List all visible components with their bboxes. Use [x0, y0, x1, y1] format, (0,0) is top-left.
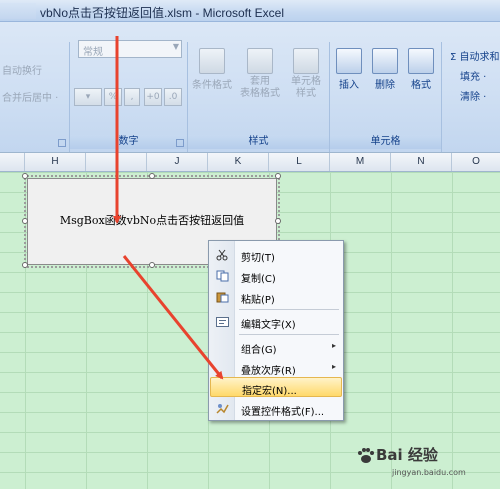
menu-item-group[interactable]: 组合(G) ▸: [210, 337, 342, 357]
autosum-button[interactable]: Σ 自动求和: [450, 48, 500, 63]
column-header-m[interactable]: M: [330, 153, 391, 171]
merge-center-button[interactable]: 合并后居中 ·: [2, 89, 58, 104]
delete-button[interactable]: 删除: [366, 48, 404, 91]
cells-group-label: 单元格: [330, 135, 441, 149]
column-header-k[interactable]: K: [208, 153, 269, 171]
insert-cells-icon: [336, 48, 362, 74]
title-bar: vbNo点击否按钮返回值.xlsm - Microsoft Excel: [0, 0, 500, 22]
resize-handle-right[interactable]: [275, 218, 281, 224]
menu-separator: [239, 309, 339, 310]
watermark-brand: Bai 经验: [376, 446, 438, 464]
format-control-icon: [216, 404, 229, 414]
button-caption: MsgBox函数vbNo点击否按钮返回值: [59, 214, 245, 227]
format-as-table-button[interactable]: 套用 表格格式: [236, 48, 284, 100]
menu-item-assign-macro[interactable]: 指定宏(N)...: [210, 377, 342, 397]
comma-button[interactable]: ,: [124, 88, 140, 106]
insert-label: 插入: [339, 80, 359, 91]
menu-item-format-control[interactable]: 设置控件格式(F)...: [210, 399, 342, 419]
menu-item-copy[interactable]: 复制(C): [210, 266, 342, 286]
increase-decimal-button[interactable]: +0: [144, 88, 162, 106]
number-group-label: 数字: [70, 135, 187, 149]
delete-label: 删除: [375, 80, 395, 91]
watermark-url: jingyan.baidu.com: [392, 468, 466, 477]
number-group: % ▾ , +0 .0 数字: [70, 42, 188, 152]
scissors-icon: [216, 249, 228, 261]
menu-item-label: 设置控件格式(F)...: [241, 407, 325, 418]
resize-handle-top-left[interactable]: [22, 173, 28, 179]
quick-access-toolbar[interactable]: [0, 3, 36, 19]
format-button[interactable]: 格式: [402, 48, 440, 91]
column-header-h[interactable]: H: [25, 153, 86, 171]
menu-item-paste[interactable]: 粘贴(P): [210, 287, 342, 307]
menu-item-edit-text[interactable]: 编辑文字(X): [210, 312, 342, 332]
styles-group-label: 样式: [188, 135, 329, 149]
fill-button[interactable]: 填充 ·: [460, 68, 486, 83]
delete-cells-icon: [372, 48, 398, 74]
menu-item-label: 粘贴(P): [241, 295, 275, 306]
conditional-format-icon: [199, 48, 225, 74]
paste-icon: [216, 292, 229, 303]
edit-text-icon: [216, 317, 229, 327]
window-title: vbNo点击否按钮返回值.xlsm - Microsoft Excel: [40, 6, 285, 20]
menu-item-label: 叠放次序(R): [241, 366, 296, 377]
cell-styles-label: 单元格 样式: [291, 76, 321, 99]
alignment-group: 自动换行 合并后居中 ·: [0, 42, 70, 152]
resize-handle-bottom[interactable]: [149, 262, 155, 268]
resize-handle-top[interactable]: [149, 173, 155, 179]
cells-group: 插入 删除 格式 单元格: [330, 42, 442, 152]
paw-icon: [358, 448, 374, 463]
menu-item-label: 组合(G): [241, 345, 277, 356]
table-icon: [247, 48, 273, 74]
submenu-arrow-icon: ▸: [331, 341, 336, 350]
number-dialog-launcher[interactable]: [176, 139, 184, 147]
menu-item-label: 复制(C): [241, 274, 276, 285]
currency-button[interactable]: %: [104, 88, 122, 106]
cell-styles-icon: [293, 48, 319, 74]
column-header-j[interactable]: J: [147, 153, 208, 171]
conditional-format-button[interactable]: 条件格式: [190, 48, 234, 91]
styles-group: 条件格式 套用 表格格式 单元格 样式 样式: [188, 42, 330, 152]
menu-item-order[interactable]: 叠放次序(R) ▸: [210, 358, 342, 378]
menu-item-label: 剪切(T): [241, 253, 275, 264]
accounting-button[interactable]: ▾: [74, 88, 102, 106]
editing-group: Σ 自动求和 填充 · 清除 ·: [442, 42, 500, 152]
ribbon: 自动换行 合并后居中 · % ▾ , +0 .0 数字 常规 ▼ 条件格式 套用…: [0, 22, 500, 152]
menu-item-label: 编辑文字(X): [241, 320, 296, 331]
column-header-l[interactable]: L: [269, 153, 330, 171]
column-header-n[interactable]: N: [391, 153, 452, 171]
context-menu: 剪切(T) 复制(C) 粘贴(P) 编辑文字(X) 组合(G) ▸ 叠放次序(R…: [208, 240, 344, 421]
format-label: 格式: [411, 80, 431, 91]
format-as-table-label: 套用 表格格式: [240, 76, 280, 99]
alignment-dialog-launcher[interactable]: [58, 139, 66, 147]
menu-item-cut[interactable]: 剪切(T): [210, 245, 342, 265]
copy-icon: [216, 270, 229, 282]
column-header-bar: H I J K L M N O: [0, 152, 500, 172]
resize-handle-bottom-left[interactable]: [22, 262, 28, 268]
wrap-text-button[interactable]: 自动换行: [2, 62, 42, 77]
cell-styles-button[interactable]: 单元格 样式: [284, 48, 328, 100]
format-cells-icon: [408, 48, 434, 74]
chevron-down-icon: ▼: [172, 42, 179, 51]
column-header-g[interactable]: [0, 153, 25, 171]
number-format-value: 常规: [83, 47, 103, 58]
baidu-jingyan-watermark: Bai 经验 jingyan.baidu.com: [356, 444, 492, 484]
insert-button[interactable]: 插入: [330, 48, 368, 91]
resize-handle-top-right[interactable]: [275, 173, 281, 179]
menu-separator: [239, 334, 339, 335]
submenu-arrow-icon: ▸: [331, 362, 336, 371]
conditional-format-label: 条件格式: [192, 80, 232, 91]
column-header-o[interactable]: O: [452, 153, 500, 171]
menu-item-label: 指定宏(N)...: [242, 386, 297, 397]
clear-button[interactable]: 清除 ·: [460, 88, 486, 103]
resize-handle-left[interactable]: [22, 218, 28, 224]
number-format-dropdown[interactable]: 常规 ▼: [78, 40, 182, 58]
decrease-decimal-button[interactable]: .0: [164, 88, 182, 106]
column-header-i[interactable]: I: [86, 153, 147, 171]
